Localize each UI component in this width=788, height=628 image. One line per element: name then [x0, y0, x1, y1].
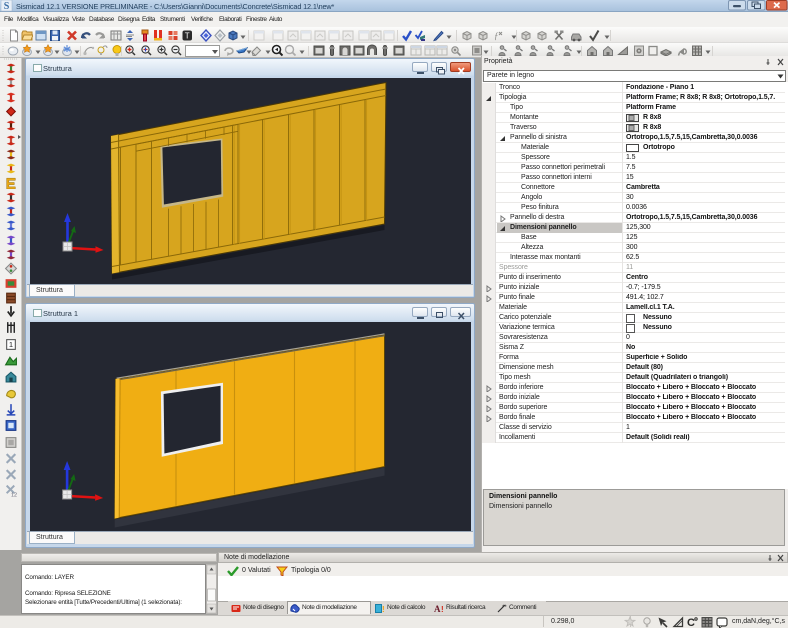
- svg-text:ƒ: ƒ: [494, 31, 499, 41]
- svg-text:S: S: [4, 1, 10, 12]
- svg-text:!: !: [382, 605, 385, 613]
- svg-text:1: 1: [9, 340, 13, 349]
- svg-text:**: **: [502, 605, 507, 611]
- svg-text:C: C: [687, 617, 695, 628]
- svg-text:A: A: [434, 604, 441, 613]
- svg-text:T: T: [185, 32, 190, 41]
- svg-text:!: !: [441, 605, 444, 613]
- svg-text:12: 12: [11, 493, 17, 498]
